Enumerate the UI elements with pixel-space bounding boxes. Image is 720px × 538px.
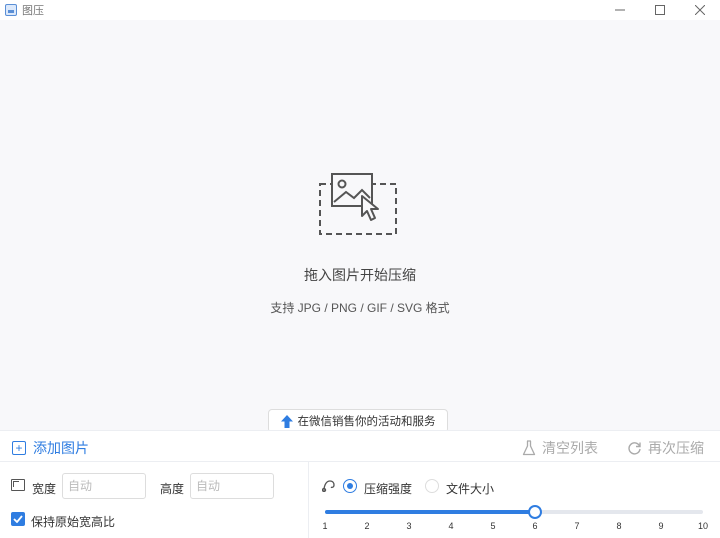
toolbar: + 添加图片 清空列表 再次压缩 [0,430,720,462]
drop-zone[interactable]: 拖入图片开始压缩 支持 JPG / PNG / GIF / SVG 格式 在微信… [0,20,720,433]
close-button[interactable] [680,0,720,20]
slider-fill [325,510,535,514]
strength-slider[interactable] [325,505,703,519]
refresh-icon [628,441,641,455]
clear-list-label: 清空列表 [542,440,598,456]
filesize-radio-label: 文件大小 [446,482,495,496]
slider-tick-label: 7 [574,521,580,531]
slider-tick-label: 3 [406,521,412,531]
height-input[interactable] [190,473,274,499]
check-icon [13,515,23,523]
slider-tick-label: 5 [490,521,496,531]
drop-title: 拖入图片开始压缩 [304,267,416,283]
strength-radio-label: 压缩强度 [364,482,413,496]
resize-icon [11,479,25,491]
clear-list-button[interactable]: 清空列表 [522,438,598,458]
slider-tick-label: 6 [532,521,538,531]
maximize-icon [655,5,665,15]
app-logo-icon [5,4,17,16]
slider-tick-label: 8 [616,521,622,531]
image-drop-icon [319,173,397,235]
window-title: 图压 [22,5,44,17]
upload-arrow-icon [280,414,293,428]
slider-tick-label: 2 [364,521,370,531]
keep-ratio-label: 保持原始宽高比 [31,515,116,529]
promo-label: 在微信销售你的活动和服务 [297,416,436,428]
close-icon [695,5,705,15]
minimize-button[interactable] [600,0,640,20]
slider-tick-label: 1 [322,521,328,531]
slider-thumb[interactable] [528,505,542,519]
supported-formats-text: 支持 JPG / PNG / GIF / SVG 格式 [270,301,450,315]
recompress-label: 再次压缩 [648,440,704,456]
add-image-label: 添加图片 [33,440,89,456]
slider-tick-label: 9 [658,521,664,531]
strength-radio[interactable] [343,479,357,493]
minimize-icon [615,9,625,11]
width-label: 宽度 [32,482,57,496]
window-controls [600,0,720,20]
filesize-radio[interactable] [425,479,439,493]
title-bar: 图压 [0,0,720,20]
recompress-button[interactable]: 再次压缩 [627,438,704,458]
height-label: 高度 [160,482,185,496]
settings-panel: 宽度 高度 保持原始宽高比 压缩强度 文件大小 1 2 3 4 5 6 7 8 9 10 [0,462,720,538]
maximize-button[interactable] [640,0,680,20]
add-icon: + [12,441,26,455]
slider-tick-label: 10 [697,521,708,531]
width-input[interactable] [62,473,146,499]
panel-divider [308,462,309,538]
keep-ratio-checkbox[interactable] [11,512,25,526]
flask-icon [522,440,536,456]
quality-icon [322,480,335,492]
slider-tick-label: 4 [448,521,454,531]
add-image-button[interactable]: + 添加图片 [12,438,89,458]
